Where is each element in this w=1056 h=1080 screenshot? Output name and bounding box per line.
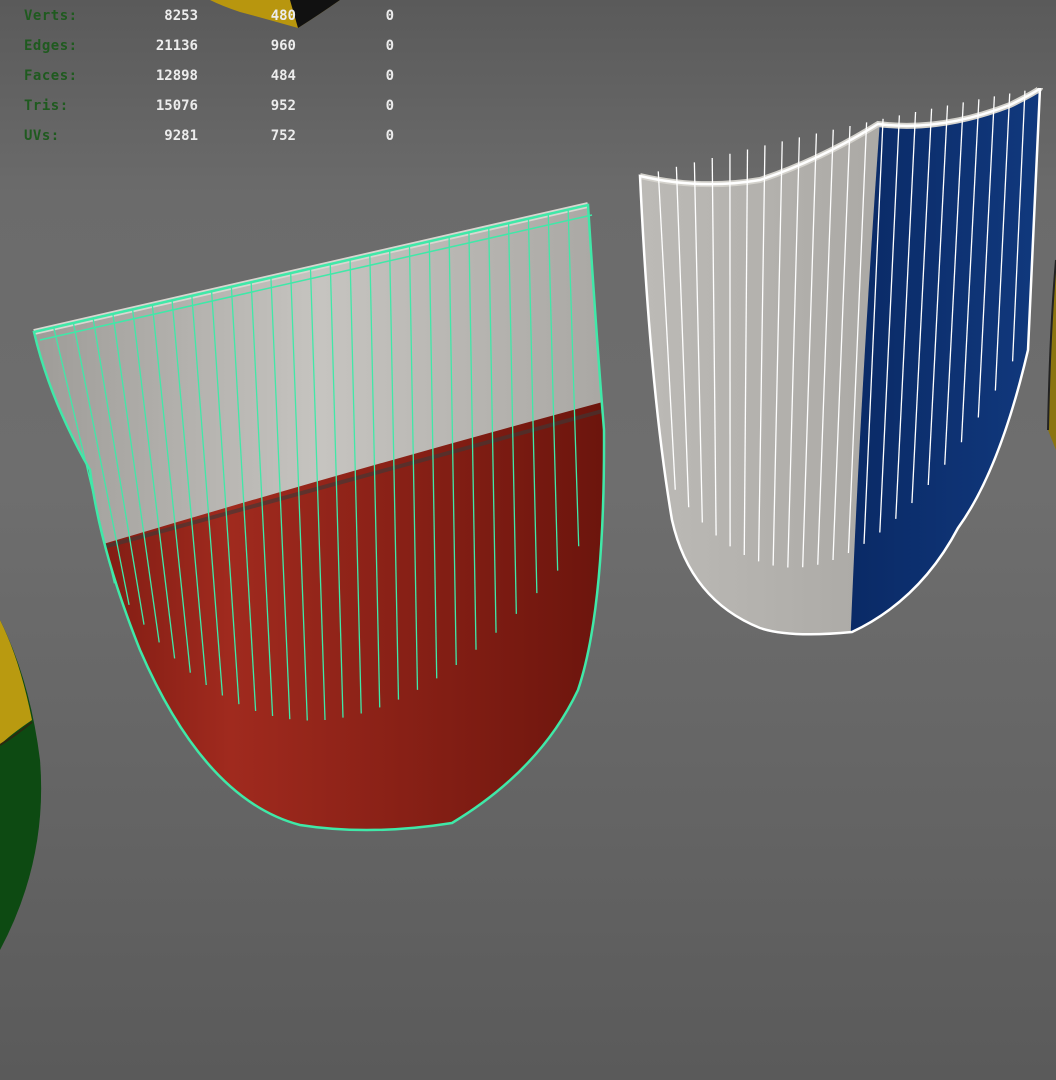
hud-total: 21136 <box>155 38 198 54</box>
shield-silver-blue[interactable] <box>630 80 1050 650</box>
hud-row-faces: Faces: 12898 484 0 <box>0 68 420 90</box>
hud-selected: 952 <box>270 98 296 114</box>
poly-count-hud: Verts: 8253 480 0 Edges: 21136 960 0 Fac… <box>0 0 420 160</box>
hud-row-edges: Edges: 21136 960 0 <box>0 38 420 60</box>
shield-red-silver[interactable] <box>20 180 620 870</box>
shield-yellow-green-left[interactable] <box>0 620 42 950</box>
hud-total: 15076 <box>155 98 198 114</box>
hud-total: 9281 <box>164 128 198 144</box>
hud-label: Tris: <box>24 98 69 114</box>
shield-right-edge[interactable] <box>1047 259 1056 450</box>
hud-total: 12898 <box>155 68 198 84</box>
hud-selected: 480 <box>270 8 296 24</box>
hud-row-verts: Verts: 8253 480 0 <box>0 8 420 30</box>
hud-label: Faces: <box>24 68 78 84</box>
hud-selected: 960 <box>270 38 296 54</box>
hud-label: Verts: <box>24 8 78 24</box>
viewport-scene[interactable] <box>0 0 1056 1080</box>
hud-highlighted: 0 <box>385 38 394 54</box>
hud-selected: 484 <box>270 68 296 84</box>
hud-highlighted: 0 <box>385 98 394 114</box>
hud-label: Edges: <box>24 38 78 54</box>
hud-label: UVs: <box>24 128 60 144</box>
hud-row-tris: Tris: 15076 952 0 <box>0 98 420 120</box>
hud-highlighted: 0 <box>385 128 394 144</box>
hud-total: 8253 <box>164 8 198 24</box>
hud-highlighted: 0 <box>385 68 394 84</box>
hud-row-uvs: UVs: 9281 752 0 <box>0 128 420 150</box>
hud-selected: 752 <box>270 128 296 144</box>
3d-viewport[interactable]: Verts: 8253 480 0 Edges: 21136 960 0 Fac… <box>0 0 1056 1080</box>
hud-highlighted: 0 <box>385 8 394 24</box>
